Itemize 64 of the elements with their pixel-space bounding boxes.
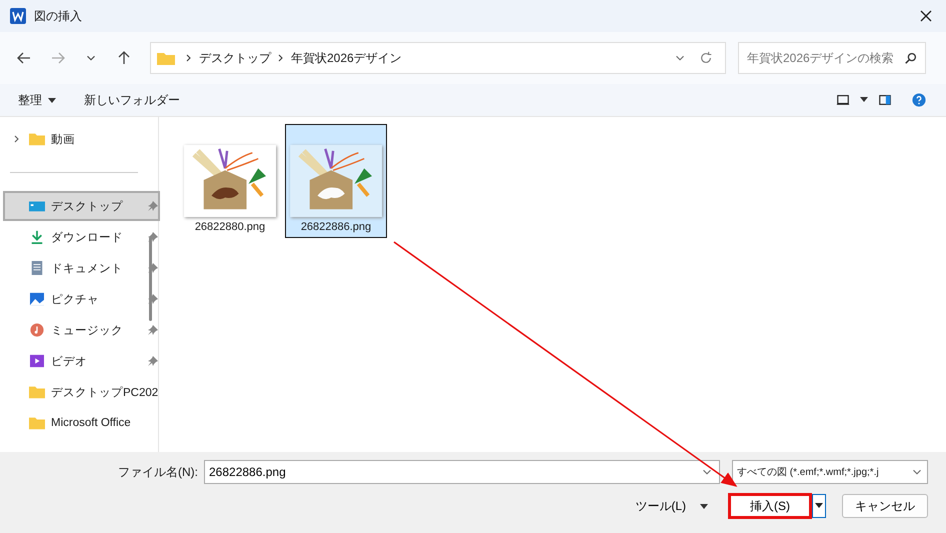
refresh-icon[interactable] xyxy=(699,51,713,65)
pin-icon xyxy=(148,356,158,366)
preview-pane-icon[interactable] xyxy=(878,93,892,107)
sidebar-item-label: 動画 xyxy=(51,132,76,146)
download-icon xyxy=(29,230,45,244)
sidebar-item-label: ビデオ xyxy=(51,354,88,368)
sidebar-item[interactable]: デスクトップPC202 xyxy=(3,377,160,407)
word-icon xyxy=(10,8,26,24)
pin-icon xyxy=(148,201,158,211)
sidebar-item[interactable]: 動画 xyxy=(3,124,160,154)
cancel-button[interactable]: キャンセル xyxy=(842,494,928,518)
sidebar-item-label: デスクトップ xyxy=(51,199,124,214)
close-icon[interactable] xyxy=(920,10,932,22)
sidebar-item-label: デスクトップPC202 xyxy=(51,385,158,400)
sidebar-item-label: ピクチャ xyxy=(51,292,100,306)
help-icon[interactable] xyxy=(912,93,926,107)
up-arrow-icon[interactable] xyxy=(116,50,132,66)
sidebar-item[interactable]: ミュージック xyxy=(3,315,160,345)
view-icon[interactable] xyxy=(836,93,850,107)
breadcrumb[interactable]: デスクトップ xyxy=(199,50,271,66)
back-arrow-icon[interactable] xyxy=(16,50,32,66)
address-bar[interactable]: デスクトップ 年賀状2026デザイン xyxy=(150,42,726,74)
file-name: 26822880.png xyxy=(194,221,266,233)
sidebar-item-label: ダウンロード xyxy=(51,230,124,244)
file-name: 26822886.png xyxy=(300,221,372,233)
file-name-field[interactable]: 26822886.png xyxy=(204,460,720,484)
caret-icon xyxy=(815,503,823,509)
search-icon xyxy=(904,51,918,65)
folder-icon xyxy=(29,385,45,399)
music-icon xyxy=(29,323,45,337)
sidebar-item-label: ドキュメント xyxy=(51,262,124,276)
desktop-icon xyxy=(29,199,45,213)
caret-icon[interactable] xyxy=(860,97,868,103)
picture-icon xyxy=(29,292,45,306)
sidebar-item-label: Microsoft Office xyxy=(51,417,132,429)
sidebar-item[interactable]: デスクトップ xyxy=(3,191,160,221)
file-type-dropdown[interactable]: すべての図 (*.emf;*.wmf;*.jpg;*.j xyxy=(732,460,928,484)
pin-icon xyxy=(148,325,158,335)
chevron-right-icon[interactable] xyxy=(13,135,21,143)
sidebar-item[interactable]: Microsoft Office xyxy=(3,408,160,438)
file-item[interactable]: 26822880.png xyxy=(179,124,281,238)
file-name-label: ファイル名(N): xyxy=(118,464,198,480)
video-icon xyxy=(29,354,45,368)
caret-icon xyxy=(48,98,56,104)
tools-button[interactable]: ツール(L) xyxy=(629,496,714,516)
window-title: 図の挿入 xyxy=(34,8,82,24)
folder-icon xyxy=(29,132,45,146)
sidebar-item-label: ミュージック xyxy=(51,324,124,338)
insert-dropdown-button[interactable] xyxy=(812,494,826,518)
caret-icon xyxy=(700,504,708,510)
insert-button[interactable]: 挿入(S) xyxy=(728,493,812,519)
new-folder-button[interactable]: 新しいフォルダー xyxy=(76,88,188,112)
chevron-right-icon xyxy=(277,54,285,62)
sidebar-item[interactable]: ビデオ xyxy=(3,346,160,376)
sidebar-item[interactable]: ダウンロード xyxy=(3,222,160,252)
breadcrumb[interactable]: 年賀状2026デザイン xyxy=(291,50,402,66)
folder-icon xyxy=(29,416,45,430)
document-icon xyxy=(29,261,45,275)
scrollbar-thumb[interactable] xyxy=(149,237,152,321)
chevron-right-icon xyxy=(185,54,193,62)
folder-icon xyxy=(157,51,175,65)
file-item[interactable]: 26822886.png xyxy=(285,124,387,238)
search-field[interactable]: 年賀状2026デザインの検索 xyxy=(738,42,926,74)
organize-button[interactable]: 整理 xyxy=(10,88,64,112)
